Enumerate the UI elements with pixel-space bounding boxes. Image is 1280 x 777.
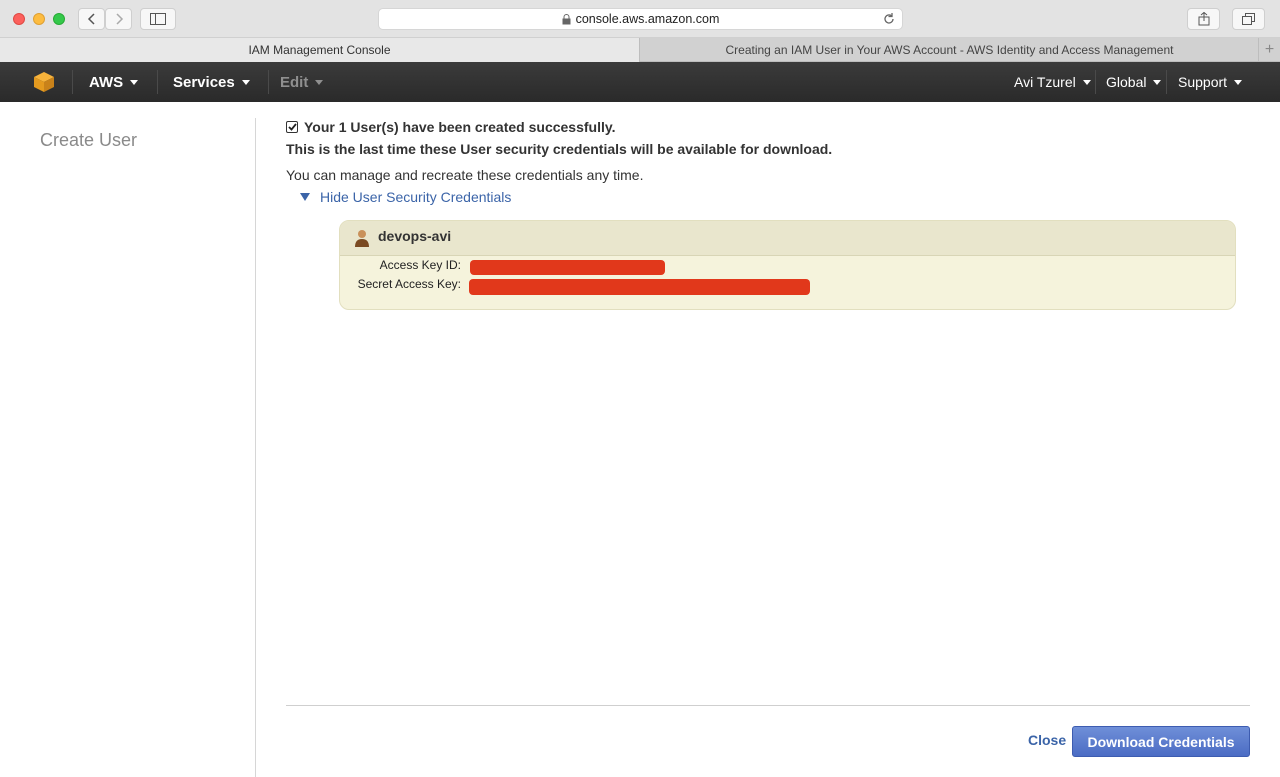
tabs-icon (1242, 13, 1255, 25)
hide-credentials-link[interactable]: Hide User Security Credentials (300, 189, 511, 205)
checkbox-icon (286, 121, 298, 133)
aws-menu[interactable]: AWS (89, 62, 139, 102)
tab-overview-button[interactable] (1232, 8, 1265, 30)
reload-icon[interactable] (882, 12, 896, 26)
caret-down-icon (1234, 80, 1243, 85)
forward-button[interactable] (105, 8, 132, 30)
user-icon (355, 230, 369, 247)
close-window-button[interactable] (13, 13, 25, 25)
edit-menu[interactable]: Edit (280, 62, 324, 102)
share-icon (1198, 12, 1209, 26)
tab-iam-docs[interactable]: Creating an IAM User in Your AWS Account… (641, 38, 1258, 62)
download-credentials-button[interactable]: Download Credentials (1072, 726, 1250, 757)
access-key-redacted (470, 260, 665, 275)
services-menu[interactable]: Services (173, 62, 250, 102)
nav-separator (268, 70, 269, 94)
region-menu[interactable]: Global (1106, 62, 1162, 102)
url-text: console.aws.amazon.com (575, 12, 720, 26)
warning-message: This is the last time these User securit… (286, 141, 833, 157)
secret-key-label: Secret Access Key: (357, 277, 461, 291)
credentials-panel: devops-avi Access Key ID: Secret Access … (339, 220, 1236, 310)
new-tab-button[interactable]: + (1258, 38, 1280, 62)
sidebar-icon (150, 13, 166, 25)
support-menu[interactable]: Support (1178, 62, 1243, 102)
lock-icon (562, 13, 571, 24)
checkmark-icon (287, 123, 297, 131)
aws-navbar: AWS Services Edit Avi Tzurel Global Supp… (0, 62, 1280, 102)
aws-cube-icon (34, 72, 54, 92)
tab-iam-console[interactable]: IAM Management Console (0, 38, 640, 62)
caret-down-icon (1082, 80, 1091, 85)
nav-separator (157, 70, 158, 94)
services-menu-label: Services (173, 73, 235, 91)
secret-key-redacted (469, 279, 810, 295)
sidebar-title: Create User (40, 130, 138, 150)
credentials-username: devops-avi (378, 228, 452, 244)
user-menu[interactable]: Avi Tzurel (1014, 62, 1091, 102)
minimize-window-button[interactable] (33, 13, 45, 25)
manage-message: You can manage and recreate these creden… (286, 167, 644, 183)
credentials-header: devops-avi (340, 221, 1235, 256)
hide-credentials-label: Hide User Security Credentials (320, 189, 512, 205)
user-menu-label: Avi Tzurel (1014, 74, 1076, 90)
caret-down-icon (130, 80, 139, 85)
tab-bar: IAM Management Console Creating an IAM U… (0, 38, 1280, 62)
aws-menu-label: AWS (89, 73, 124, 91)
sidebar-toggle-button[interactable] (140, 8, 176, 30)
footer-divider (286, 705, 1250, 706)
chevron-right-icon (115, 13, 123, 25)
chevron-left-icon (87, 13, 95, 25)
region-menu-label: Global (1106, 74, 1147, 90)
success-message: Your 1 User(s) have been created success… (286, 119, 616, 135)
zoom-window-button[interactable] (53, 13, 65, 25)
nav-separator (1095, 70, 1096, 94)
support-menu-label: Support (1178, 74, 1228, 90)
nav-separator (1166, 70, 1167, 94)
back-button[interactable] (78, 8, 105, 30)
browser-titlebar: console.aws.amazon.com (0, 0, 1280, 38)
nav-separator (72, 70, 73, 94)
share-button[interactable] (1187, 8, 1220, 30)
caret-down-icon (315, 80, 324, 85)
edit-menu-label: Edit (280, 73, 309, 91)
success-message-text: Your 1 User(s) have been created success… (304, 119, 616, 135)
triangle-down-icon (300, 193, 310, 201)
close-button[interactable]: Close (1028, 732, 1066, 748)
sidebar-divider (255, 118, 256, 777)
caret-down-icon (241, 80, 250, 85)
caret-down-icon (1153, 80, 1162, 85)
address-bar[interactable]: console.aws.amazon.com (378, 8, 903, 30)
aws-logo[interactable] (33, 62, 55, 102)
access-key-label: Access Key ID: (379, 258, 461, 272)
